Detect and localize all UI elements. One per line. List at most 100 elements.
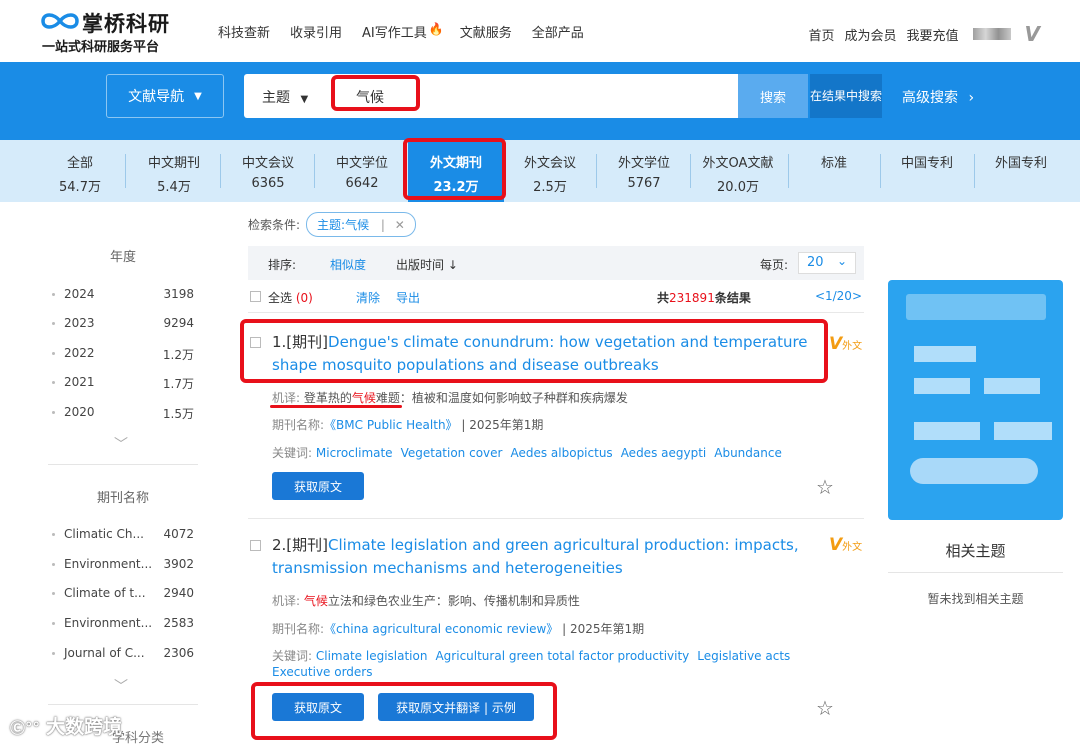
search-button[interactable]: 搜索 <box>738 74 808 118</box>
divider <box>596 154 597 188</box>
translation-highlight: 气候 <box>351 391 376 405</box>
divider <box>48 704 198 705</box>
tab-label: 中文学位 <box>335 156 388 171</box>
keyword-link[interactable]: Legislative acts <box>697 649 790 663</box>
keyword-link[interactable]: Executive orders <box>272 665 373 679</box>
divider <box>314 154 315 188</box>
sort-pub-time[interactable]: 出版时间 ↓ <box>396 256 458 273</box>
expand-chevron-icon[interactable]: ﹀ <box>114 434 132 453</box>
get-fulltext-button[interactable]: 获取原文 <box>272 472 364 500</box>
keyword-link[interactable]: Microclimate <box>316 446 393 460</box>
tab-all[interactable]: 全部 54.7万 <box>40 140 120 202</box>
per-page-value: 20 <box>807 255 824 270</box>
meta-label: 关键词: <box>272 649 313 663</box>
result-title[interactable]: 2.[期刊]Climate legislation and green agri… <box>272 534 820 580</box>
caret-down-icon: ▼ <box>194 90 202 102</box>
tab-foreign-thesis[interactable]: 外文学位 5767 <box>602 140 686 202</box>
meta-label: 期刊名称: <box>272 418 325 432</box>
bullet <box>52 563 55 566</box>
per-page-select[interactable]: 20 ⌄ <box>798 252 856 274</box>
facet-count: 1.5万 <box>162 407 194 421</box>
foreign-badge: V外文 <box>829 535 863 555</box>
tab-cn-thesis[interactable]: 中文学位 6642 <box>320 140 404 202</box>
tab-count: 5.4万 <box>157 180 191 195</box>
keyword-link[interactable]: Abundance <box>714 446 782 460</box>
expand-chevron-icon[interactable]: ﹀ <box>114 676 132 695</box>
tab-cn-conference[interactable]: 中文会议 6365 <box>226 140 310 202</box>
search-field-select[interactable]: 主题 ▼ <box>262 87 308 107</box>
watermark-icon: Ⓒ°° <box>10 719 41 737</box>
promo-banner[interactable] <box>888 280 1063 520</box>
tab-foreign-patent[interactable]: 外国专利 <box>978 140 1064 202</box>
username-blurred[interactable] <box>972 28 1011 40</box>
meta-label: 机译: <box>272 391 301 405</box>
clear-button[interactable]: 清除 <box>356 289 380 306</box>
nav-home[interactable]: 首页 <box>808 25 834 44</box>
tab-standard[interactable]: 标准 <box>794 140 874 202</box>
facet-count: 3902 <box>163 557 194 571</box>
chevron-down-icon: ⌄ <box>836 254 847 268</box>
condition-tag[interactable]: 主题:气候 | ✕ <box>306 212 416 237</box>
tab-label: 中文会议 <box>241 156 294 171</box>
divider <box>248 518 864 519</box>
facet-name: Journal of C... <box>64 646 145 660</box>
total-suffix: 条结果 <box>714 291 751 305</box>
tab-label: 中文期刊 <box>147 156 200 171</box>
doc-nav-label: 文献导航 <box>128 89 185 105</box>
annotation-underline <box>270 405 402 408</box>
annotation-box-query <box>331 75 420 111</box>
sort-relevance[interactable]: 相似度 <box>330 256 366 273</box>
foreign-badge-text: 外文 <box>842 542 863 553</box>
blurred-block <box>906 294 1046 320</box>
keyword-link[interactable]: Climate legislation <box>316 649 428 663</box>
nav-literature-service[interactable]: 文献服务 <box>460 22 512 41</box>
nav-ai-writing[interactable]: AI写作工具 <box>362 22 427 41</box>
tab-label: 外文OA文献 <box>702 156 774 171</box>
blurred-block <box>914 346 976 362</box>
search-within-results-button[interactable]: 在结果 中搜索 <box>810 74 882 118</box>
star-icon[interactable]: ☆ <box>816 696 834 720</box>
total-prefix: 共 <box>657 291 670 305</box>
tab-cn-patent[interactable]: 中国专利 <box>884 140 970 202</box>
nav-citation[interactable]: 收录引用 <box>290 22 342 41</box>
pagination-mini[interactable]: <1/20> <box>815 289 862 303</box>
tab-count: 20.0万 <box>717 180 759 195</box>
tab-label: 中国专利 <box>900 156 953 171</box>
result-checkbox[interactable] <box>250 540 261 551</box>
keyword-link[interactable]: Aedes aegypti <box>621 446 707 460</box>
facet-count: 4072 <box>163 527 194 541</box>
doc-nav-dropdown[interactable]: 文献导航 ▼ <box>106 74 224 118</box>
journal-issue: | 2025年第1期 <box>461 418 544 432</box>
blurred-block <box>914 422 980 440</box>
close-icon[interactable]: ✕ <box>395 218 405 232</box>
tab-cn-journal[interactable]: 中文期刊 5.4万 <box>132 140 216 202</box>
advanced-search-link[interactable]: 高级搜索 › <box>902 87 974 107</box>
select-all-checkbox[interactable] <box>250 291 261 302</box>
divider <box>888 572 1063 573</box>
keyword-link[interactable]: Aedes albopictus <box>510 446 612 460</box>
search-conditions: 检索条件: 主题:气候 | ✕ <box>248 212 416 237</box>
bullet <box>52 411 55 414</box>
nav-membership[interactable]: 成为会员 <box>844 25 896 44</box>
divider <box>788 154 789 188</box>
tab-foreign-oa[interactable]: 外文OA文献 20.0万 <box>690 140 786 202</box>
facet-name: Environment... <box>64 616 153 630</box>
nav-novelty-search[interactable]: 科技查新 <box>218 22 270 41</box>
translation-highlight: 气候 <box>303 594 328 608</box>
user-menu: 首页 成为会员 我要充值 V <box>798 22 1040 46</box>
keyword-link[interactable]: Agricultural green total factor producti… <box>435 649 689 663</box>
vip-icon[interactable]: V <box>1025 22 1040 46</box>
star-icon[interactable]: ☆ <box>816 475 834 499</box>
keyword-link[interactable]: Vegetation cover <box>401 446 503 460</box>
translation-part: 难题：植被和温度如何影响蚊子种群和疾病爆发 <box>375 391 628 405</box>
tab-foreign-conference[interactable]: 外文会议 2.5万 <box>508 140 592 202</box>
search-input-box[interactable]: 主题 ▼ 气候 <box>244 74 738 118</box>
journal-link[interactable]: 《china agricultural economic review》 <box>324 622 558 636</box>
select-all-label[interactable]: 全选 (0) <box>268 289 313 306</box>
nav-recharge[interactable]: 我要充值 <box>907 25 959 44</box>
journal-link[interactable]: 《BMC Public Health》 <box>324 418 458 432</box>
export-button[interactable]: 导出 <box>396 289 420 306</box>
selection-row: 全选 (0) 清除 导出 共231891条结果 <1/20> <box>248 288 864 308</box>
nav-all-products[interactable]: 全部产品 <box>532 22 584 41</box>
tab-count: 54.7万 <box>59 180 101 195</box>
